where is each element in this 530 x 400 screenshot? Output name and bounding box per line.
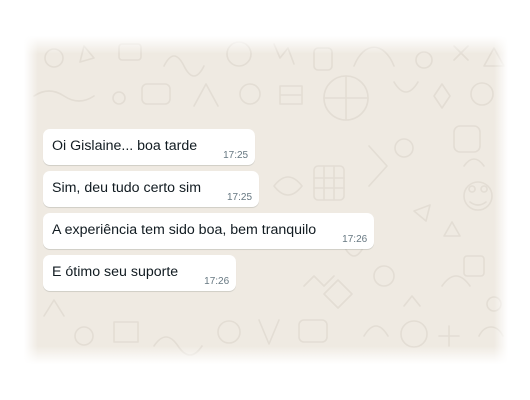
- message-bubble[interactable]: Oi Gislaine... boa tarde 17:25: [43, 129, 256, 165]
- message-timestamp: 17:26: [342, 234, 368, 245]
- message-text: A experiência tem sido boa, bem tranquil…: [52, 222, 317, 238]
- fade-top: [24, 36, 508, 54]
- message-timestamp: 17:26: [204, 276, 230, 287]
- message-text: E ótimo seu suporte: [52, 264, 179, 280]
- fade-left: [24, 36, 38, 364]
- fade-bottom: [24, 346, 508, 364]
- message-bubble[interactable]: A experiência tem sido boa, bem tranquil…: [43, 213, 375, 249]
- message-list: Oi Gislaine... boa tarde 17:25 Sim, deu …: [43, 129, 503, 297]
- message-bubble[interactable]: E ótimo seu suporte 17:26: [43, 255, 237, 291]
- chat-area[interactable]: Oi Gislaine... boa tarde 17:25 Sim, deu …: [24, 36, 508, 364]
- message-text: Oi Gislaine... boa tarde: [52, 138, 198, 154]
- message-bubble[interactable]: Sim, deu tudo certo sim 17:25: [43, 171, 260, 207]
- message-text: Sim, deu tudo certo sim: [52, 180, 202, 196]
- message-timestamp: 17:25: [223, 150, 249, 161]
- message-timestamp: 17:25: [227, 192, 253, 203]
